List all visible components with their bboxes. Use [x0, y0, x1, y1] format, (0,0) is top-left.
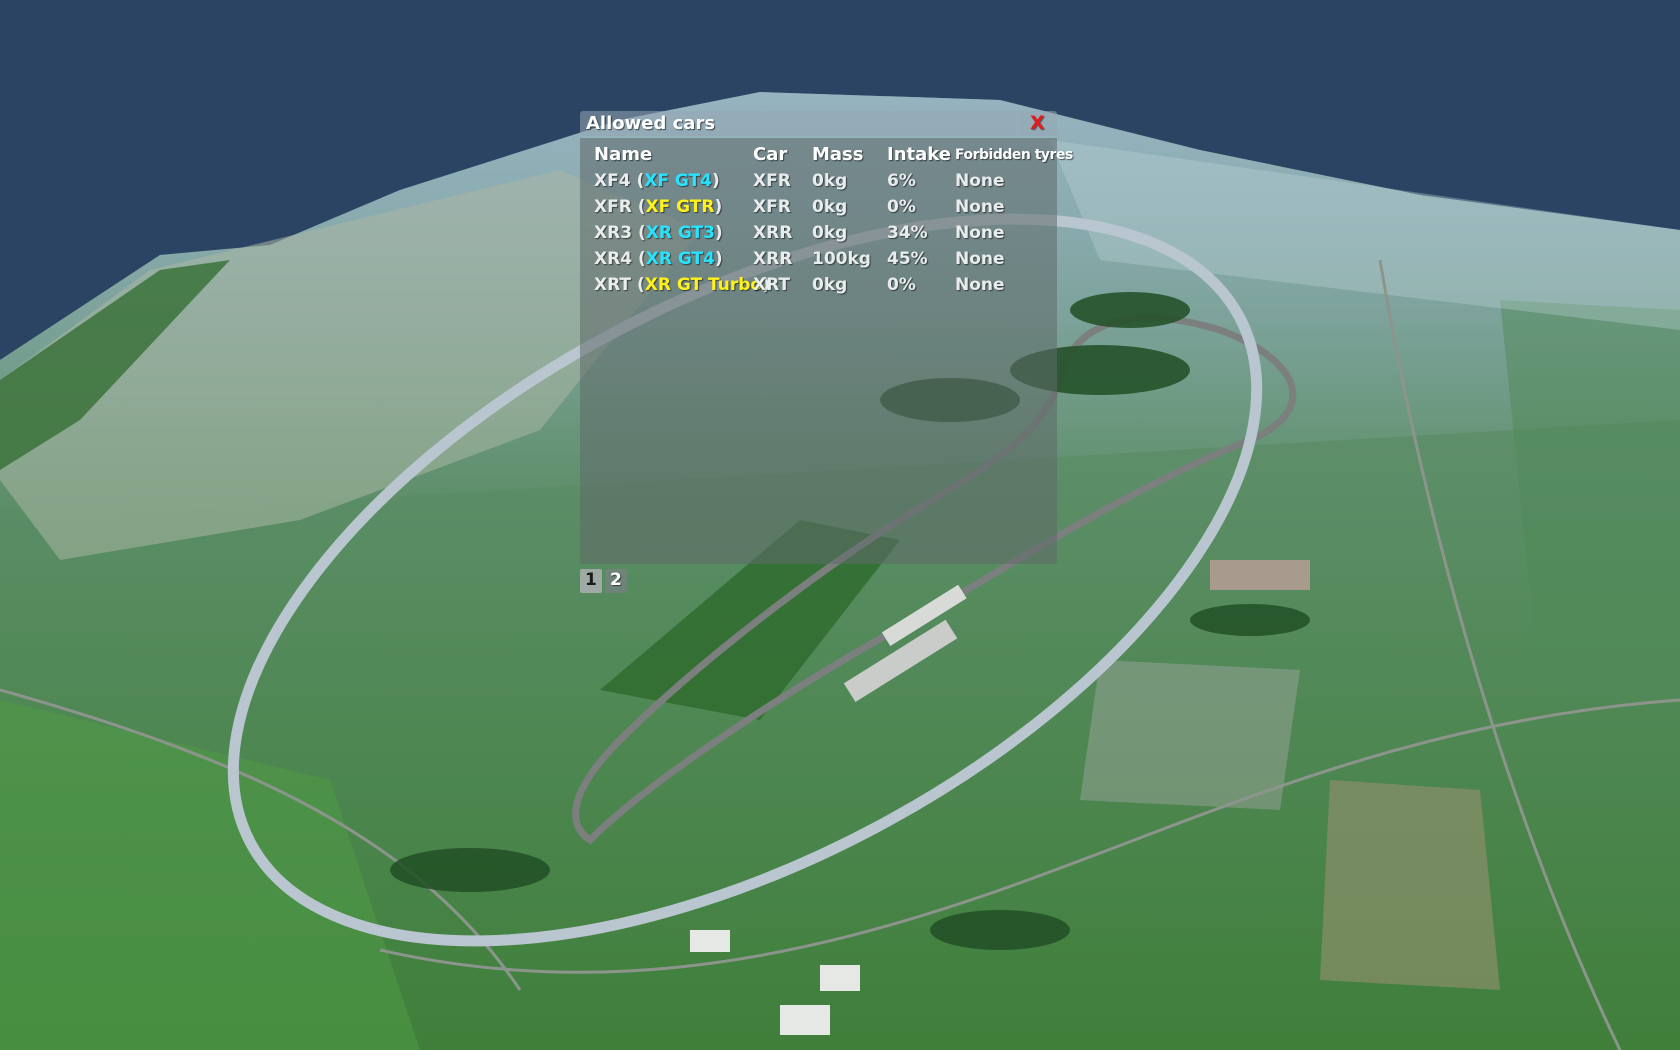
building	[1210, 560, 1310, 590]
cell-car-name: XF GT4	[644, 171, 712, 191]
cell-mass: 0kg	[812, 171, 848, 191]
cell-tyres: None	[955, 197, 1005, 217]
column-header-mass: Mass	[812, 144, 864, 165]
column-header-intake: Intake	[887, 144, 951, 165]
cell-intake: 6%	[887, 171, 916, 191]
dialog-title: Allowed cars	[586, 113, 716, 134]
cell-name-suffix: )	[711, 171, 720, 191]
cell-tyres: None	[955, 223, 1005, 243]
page-label: 1	[585, 570, 597, 590]
cell-car: XFR	[753, 171, 791, 191]
cell-car-name: XR GT3	[645, 223, 715, 243]
cell-car: XRR	[753, 249, 793, 269]
cell-car: XFR	[753, 197, 791, 217]
cell-intake: 45%	[887, 249, 928, 269]
cell-tyres: None	[955, 249, 1005, 269]
karting-area	[1080, 660, 1300, 810]
cell-tyres: None	[955, 275, 1005, 295]
cell-name-prefix: XR4 (	[594, 249, 646, 269]
column-header-car: Car	[753, 144, 788, 165]
cell-name: XR3 (XR GT3)	[594, 223, 723, 243]
dialog-titlebar[interactable]: Allowed cars	[580, 111, 1017, 136]
page-label: 2	[610, 570, 622, 590]
cell-intake: 0%	[887, 197, 916, 217]
cell-name-prefix: XRT (	[594, 275, 645, 295]
cell-name: XR4 (XR GT4)	[594, 249, 723, 269]
building	[690, 930, 730, 952]
cell-name-prefix: XFR (	[594, 197, 646, 217]
cell-intake: 34%	[887, 223, 928, 243]
cell-car-name: XF GTR	[645, 197, 715, 217]
cell-name: XF4 (XF GT4)	[594, 171, 720, 191]
cell-intake: 0%	[887, 275, 916, 295]
table-row: XR4 (XR GT4) XRR 100kg 45% None	[580, 249, 1057, 275]
page-button-1[interactable]: 1	[580, 569, 602, 593]
cell-mass: 100kg	[812, 249, 871, 269]
cell-name: XRT (XR GT Turbo)	[594, 275, 770, 295]
table-row: XF4 (XF GT4) XFR 0kg 6% None	[580, 171, 1057, 197]
cell-name-prefix: XR3 (	[594, 223, 646, 243]
cell-name-suffix: )	[714, 223, 723, 243]
cell-name-suffix: )	[714, 249, 723, 269]
cell-name-prefix: XF4 (	[594, 171, 645, 191]
cell-car-name: XR GT4	[645, 249, 715, 269]
cell-mass: 0kg	[812, 275, 848, 295]
building	[820, 965, 860, 991]
table-row: XR3 (XR GT3) XRR 0kg 34% None	[580, 223, 1057, 249]
building	[780, 1005, 830, 1035]
cell-mass: 0kg	[812, 223, 848, 243]
table-row: XFR (XF GTR) XFR 0kg 0% None	[580, 197, 1057, 223]
close-button[interactable]: X	[1018, 111, 1057, 136]
page-button-2[interactable]: 2	[605, 569, 627, 593]
cell-name-suffix: )	[714, 197, 723, 217]
field-patch	[1320, 780, 1500, 990]
allowed-cars-dialog: Allowed cars X Name Car Mass Intake Forb…	[580, 111, 1073, 564]
cell-car: XRT	[753, 275, 791, 295]
column-header-forbidden-tyres: Forbidden tyres	[955, 147, 1073, 163]
column-header-name: Name	[594, 144, 653, 165]
close-icon: X	[1030, 112, 1045, 134]
cell-mass: 0kg	[812, 197, 848, 217]
cell-name: XFR (XF GTR)	[594, 197, 722, 217]
cell-tyres: None	[955, 171, 1005, 191]
table-row: XRT (XR GT Turbo) XRT 0kg 0% None	[580, 275, 1057, 301]
cell-car: XRR	[753, 223, 793, 243]
cell-car-name: XR GT Turbo	[644, 275, 763, 295]
